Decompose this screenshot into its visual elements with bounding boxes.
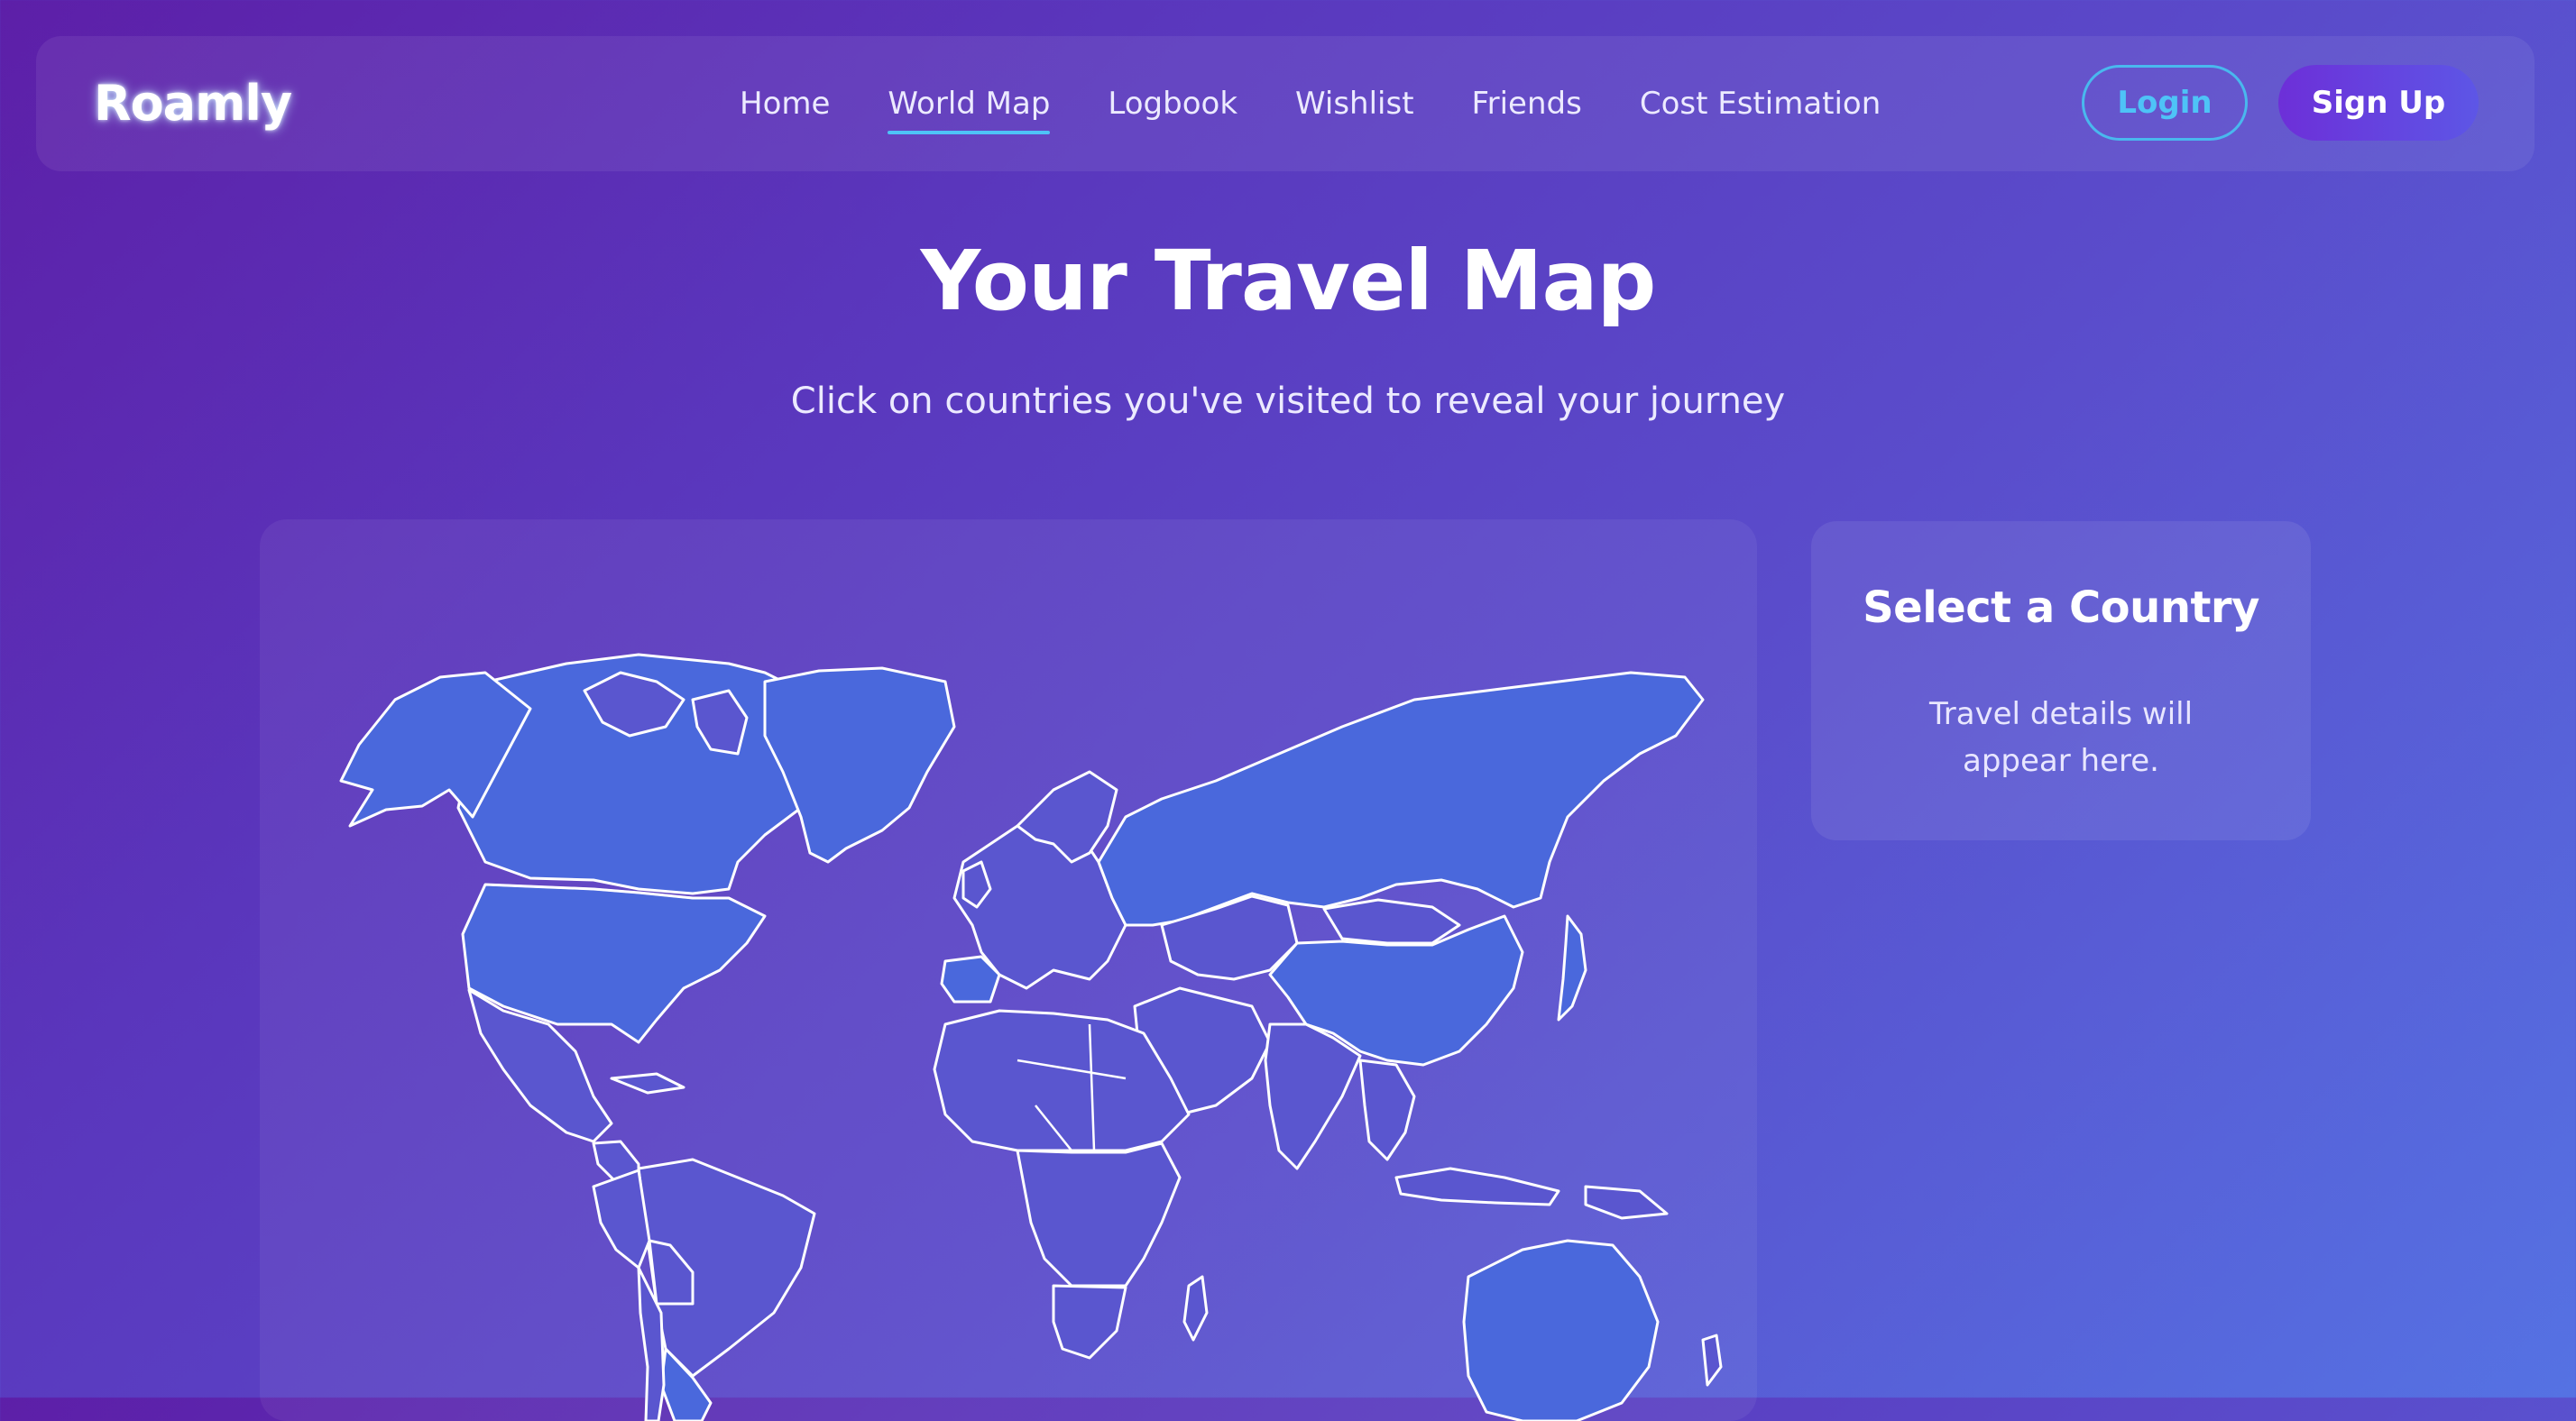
country-madagascar[interactable]	[1182, 1275, 1209, 1342]
country-info-panel: Select a Country Travel details will app…	[1811, 521, 2311, 840]
nav-link-friends[interactable]: Friends	[1472, 86, 1582, 122]
nav-links: Home World Map Logbook Wishlist Friends …	[740, 36, 1881, 171]
world-map-card	[260, 519, 1757, 1421]
country-japan[interactable]	[1557, 914, 1587, 1022]
login-button[interactable]: Login	[2082, 65, 2248, 141]
nav-link-logbook[interactable]: Logbook	[1108, 86, 1237, 122]
country-indonesia[interactable]	[1394, 1167, 1560, 1206]
nav-link-home[interactable]: Home	[740, 86, 830, 122]
country-new-zealand[interactable]	[1701, 1334, 1723, 1387]
page-title: Your Travel Map	[920, 233, 1657, 329]
country-south-africa[interactable]	[1052, 1284, 1127, 1360]
page-subtitle: Click on countries you've visited to rev…	[790, 380, 1786, 422]
country-greenland[interactable]	[763, 666, 956, 864]
country-australia[interactable]	[1462, 1239, 1660, 1421]
country-india[interactable]	[1264, 1022, 1362, 1170]
country-mongolia[interactable]	[1322, 898, 1461, 945]
country-russia[interactable]	[1097, 671, 1705, 927]
signup-button[interactable]: Sign Up	[2278, 65, 2479, 141]
world-map	[339, 653, 1723, 1421]
country-new-guinea[interactable]	[1584, 1185, 1669, 1220]
country-southeast-asia[interactable]	[1358, 1059, 1416, 1161]
country-peru[interactable]	[592, 1169, 651, 1270]
brand-logo[interactable]: Roamly	[94, 36, 292, 171]
nav-link-wishlist[interactable]: Wishlist	[1295, 86, 1414, 122]
nav-link-cost-estimation[interactable]: Cost Estimation	[1640, 86, 1881, 122]
country-africa-central[interactable]	[1016, 1141, 1182, 1288]
country-cuba[interactable]	[610, 1072, 685, 1095]
info-panel-text: Travel details will appear here.	[1928, 696, 2194, 779]
info-panel-title: Select a Country	[1863, 582, 2259, 633]
nav-link-world-map[interactable]: World Map	[888, 86, 1051, 134]
navbar: Roamly Home World Map Logbook Wishlist F…	[36, 36, 2535, 171]
